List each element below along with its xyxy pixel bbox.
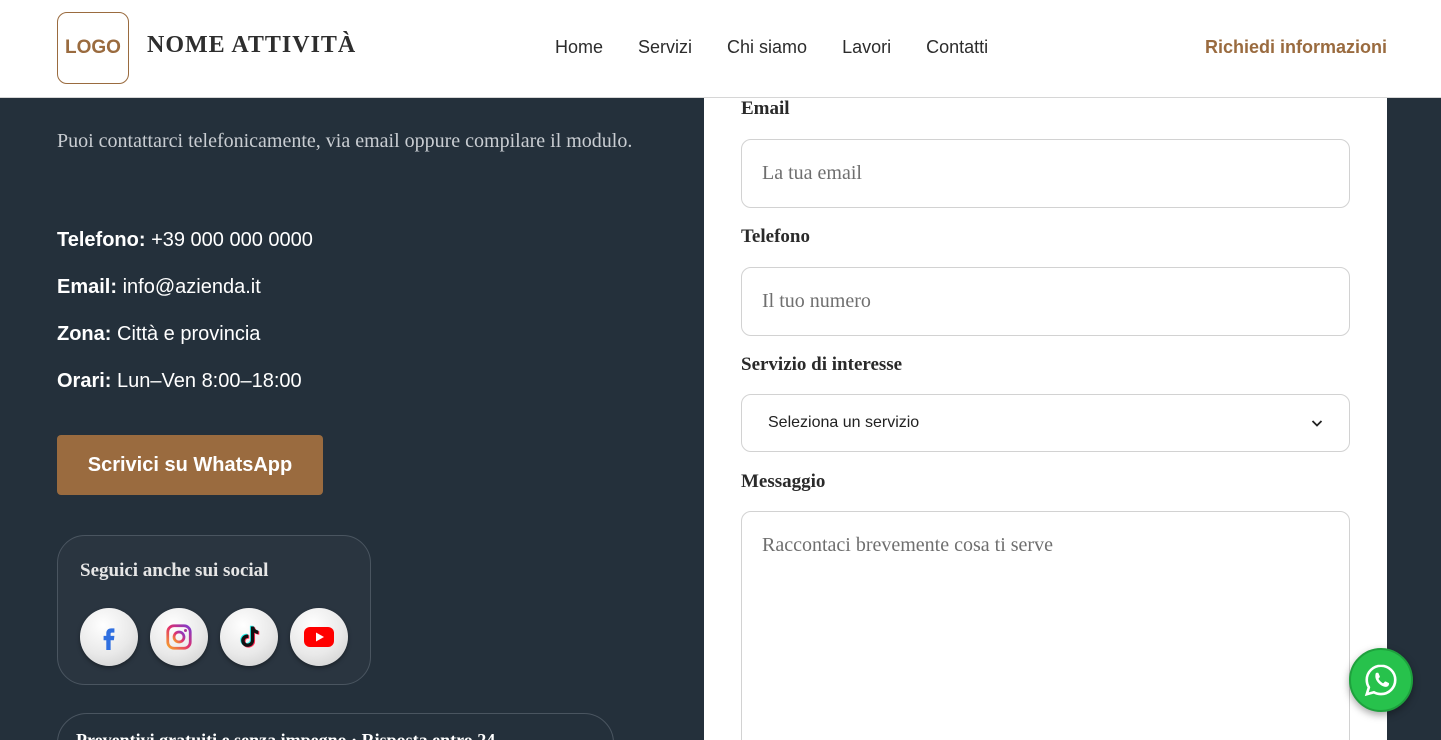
social-title: Seguici anche sui social: [80, 560, 269, 581]
service-select[interactable]: Seleziona un servizio: [741, 394, 1350, 452]
zone-info: Zona: Città e provincia: [57, 323, 260, 346]
contact-intro: Puoi contattarci telefonicamente, via em…: [57, 130, 633, 152]
promo-text: Preventivi gratuiti e senza impegno · Ri…: [76, 730, 496, 740]
site-header: LOGO NOME ATTIVITÀ Home Servizi Chi siam…: [0, 0, 1441, 98]
tiktok-icon[interactable]: [220, 608, 278, 666]
message-field[interactable]: [741, 511, 1350, 740]
email-field[interactable]: [741, 139, 1350, 208]
whatsapp-button[interactable]: Scrivici su WhatsApp: [57, 435, 323, 495]
hours-value: Lun–Ven 8:00–18:00: [117, 370, 302, 392]
phone-value[interactable]: +39 000 000 0000: [151, 229, 313, 251]
instagram-icon[interactable]: [150, 608, 208, 666]
zone-label: Zona:: [57, 323, 112, 345]
hours-info: Orari: Lun–Ven 8:00–18:00: [57, 370, 302, 393]
nav-chi-siamo[interactable]: Chi siamo: [727, 37, 807, 58]
hours-label: Orari:: [57, 370, 112, 392]
phone-label: Telefono:: [57, 229, 146, 251]
zone-value: Città e provincia: [117, 323, 261, 345]
promo-banner: Preventivi gratuiti e senza impegno · Ri…: [57, 713, 614, 740]
chevron-down-icon: [1311, 420, 1323, 427]
service-select-value: Seleziona un servizio: [768, 414, 920, 431]
request-info-link[interactable]: Richiedi informazioni: [1205, 37, 1387, 58]
youtube-icon[interactable]: [290, 608, 348, 666]
email-info: Email: info@azienda.it: [57, 276, 261, 299]
logo[interactable]: LOGO: [57, 12, 129, 84]
whatsapp-icon: [1364, 664, 1397, 697]
nav-servizi[interactable]: Servizi: [638, 37, 692, 58]
social-card: Seguici anche sui social: [57, 535, 371, 685]
brand-name[interactable]: NOME ATTIVITÀ: [147, 32, 356, 59]
whatsapp-float-button[interactable]: [1349, 648, 1413, 712]
email-field-label: Email: [741, 98, 790, 119]
email-value[interactable]: info@azienda.it: [123, 276, 261, 298]
nav-home[interactable]: Home: [555, 37, 603, 58]
message-field-label: Messaggio: [741, 471, 826, 492]
phone-info: Telefono: +39 000 000 0000: [57, 229, 313, 252]
facebook-icon[interactable]: [80, 608, 138, 666]
contact-form: Email Telefono Servizio di interesse Sel…: [704, 98, 1387, 740]
social-links: [80, 608, 348, 666]
nav-lavori[interactable]: Lavori: [842, 37, 891, 58]
phone-field-label: Telefono: [741, 226, 810, 247]
main-nav: Home Servizi Chi siamo Lavori Contatti: [555, 37, 1023, 58]
email-label: Email:: [57, 276, 118, 298]
service-field-label: Servizio di interesse: [741, 354, 903, 375]
phone-field[interactable]: [741, 267, 1350, 336]
nav-contatti[interactable]: Contatti: [926, 37, 988, 58]
